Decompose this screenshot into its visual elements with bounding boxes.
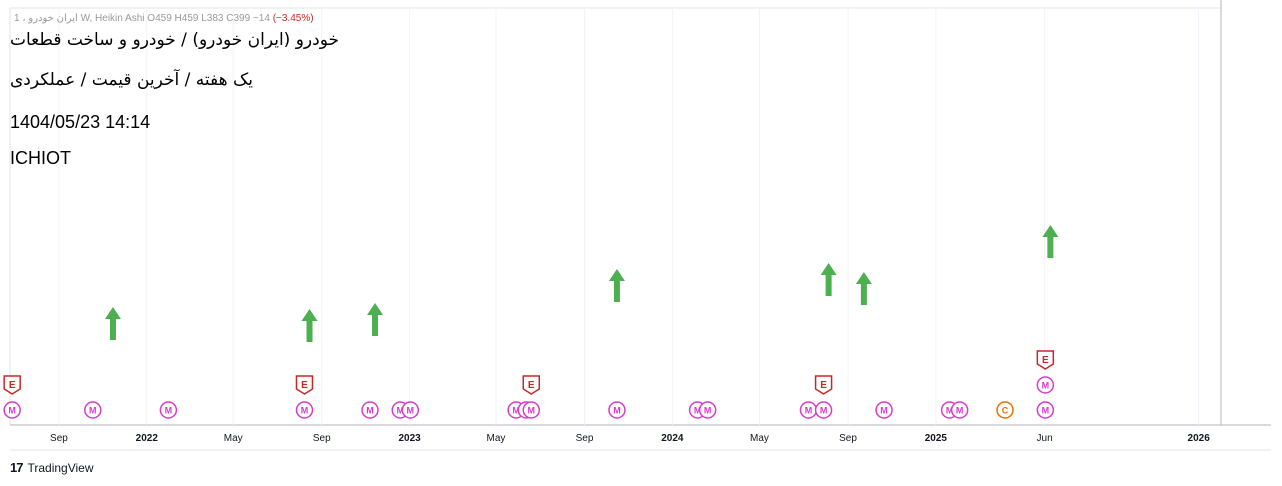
indicator-name: ICHIOT bbox=[10, 148, 71, 168]
event-letter: M bbox=[528, 406, 536, 416]
x-tick-label: Sep bbox=[839, 433, 857, 444]
x-tick-label: May bbox=[487, 433, 506, 444]
x-tick-label: Sep bbox=[313, 433, 331, 444]
x-tick-label: Jun bbox=[1037, 433, 1053, 444]
event-letter: M bbox=[165, 406, 173, 416]
event-letter: C bbox=[1002, 406, 1009, 416]
event-letter: M bbox=[89, 406, 97, 416]
event-letter: M bbox=[301, 406, 309, 416]
x-tick-label: 2023 bbox=[398, 433, 421, 444]
x-tick-label: 2024 bbox=[661, 433, 684, 444]
event-letter: M bbox=[704, 406, 712, 416]
event-letter: M bbox=[820, 406, 828, 416]
event-letter: M bbox=[407, 406, 415, 416]
event-letter: M bbox=[956, 406, 964, 416]
x-tick-label: Sep bbox=[576, 433, 594, 444]
x-tick-label: May bbox=[224, 433, 243, 444]
tradingview-wordmark: TradingView bbox=[27, 460, 94, 475]
ohlc-legend: 1 ، ایران خودرو W, Heikin Ashi O459 H459… bbox=[14, 13, 314, 24]
x-tick-label: Sep bbox=[50, 433, 68, 444]
x-tick-label: May bbox=[750, 433, 769, 444]
event-letter: M bbox=[8, 406, 16, 416]
event-letter: M bbox=[366, 406, 374, 416]
symbol-prefix: 1 ، ایران خودرو bbox=[14, 13, 78, 24]
earnings-event-letter: E bbox=[820, 380, 827, 391]
earnings-event-letter: E bbox=[9, 380, 16, 391]
chart-datetime: 1404/05/23 14:14 bbox=[10, 112, 151, 132]
earnings-event-letter: E bbox=[528, 380, 535, 391]
chart-subtitle: یک هفته / آخرین قیمت / عملکردی bbox=[10, 70, 253, 90]
tradingview-logo[interactable]: 17 TradingView bbox=[10, 460, 94, 475]
event-letter: M bbox=[613, 406, 621, 416]
ohlc-values: O459 H459 L383 C399 −14 bbox=[147, 13, 270, 24]
event-letter: M bbox=[1042, 381, 1050, 391]
event-letter: M bbox=[805, 406, 813, 416]
earnings-event-letter: E bbox=[301, 380, 308, 391]
x-tick-label: 2022 bbox=[136, 433, 159, 444]
event-letter: M bbox=[880, 406, 888, 416]
ohlc-change: (−3.45%) bbox=[272, 13, 314, 24]
x-tick-label: 2025 bbox=[925, 433, 948, 444]
x-tick-label: 2026 bbox=[1188, 433, 1211, 444]
chart-type: W, Heikin Ashi bbox=[80, 13, 145, 24]
earnings-event-letter: E bbox=[1042, 355, 1049, 366]
tradingview-mark-icon: 17 bbox=[10, 460, 24, 475]
chart-title: خودرو (ایران خودرو) / خودرو و ساخت قطعات bbox=[10, 30, 339, 50]
event-letter: M bbox=[1042, 406, 1050, 416]
